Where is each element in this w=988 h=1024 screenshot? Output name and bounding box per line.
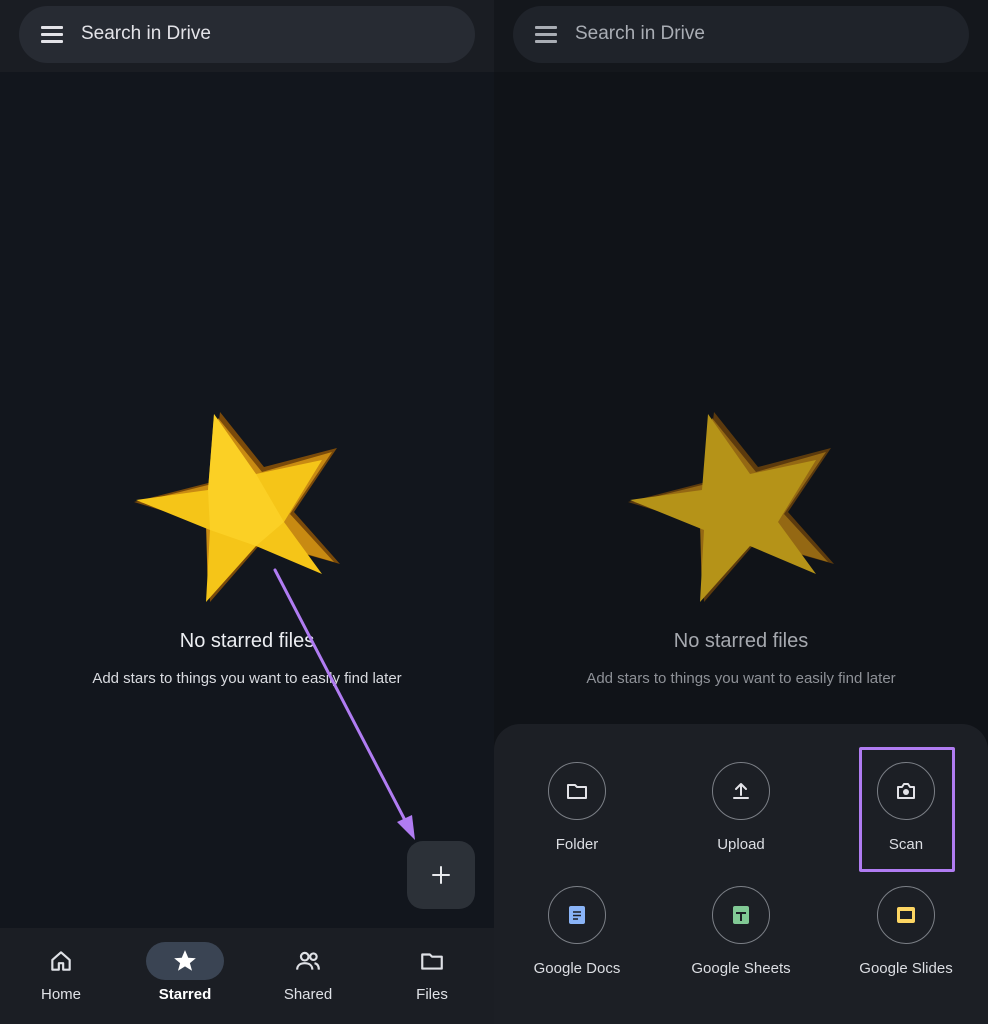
plus-icon [432, 866, 450, 884]
sheets-icon [733, 906, 749, 924]
home-icon [51, 951, 71, 971]
nav-home[interactable]: Home [6, 928, 116, 1024]
option-label: Google Docs [533, 960, 621, 977]
star-icon [174, 950, 196, 971]
create-folder-option[interactable]: Folder [494, 748, 658, 868]
nav-starred[interactable]: Starred [130, 928, 240, 1024]
empty-state-title: No starred files [179, 630, 315, 652]
slides-icon [897, 907, 915, 923]
google-sheets-option[interactable]: Google Sheets [658, 872, 822, 992]
nav-label: Files [416, 986, 448, 1003]
top-bar: Search in Drive [494, 0, 988, 72]
people-icon [296, 951, 320, 970]
folder-icon [421, 953, 443, 970]
empty-state-subtitle: Add stars to things you want to easily f… [92, 670, 402, 687]
hamburger-menu-icon[interactable] [41, 26, 63, 43]
option-label: Folder [555, 836, 599, 853]
empty-state-subtitle: Add stars to things you want to easily f… [586, 670, 896, 687]
google-docs-option[interactable]: Google Docs [494, 872, 658, 992]
bottom-navigation: Home Starred Shared Files [0, 928, 494, 1024]
folder-icon [567, 784, 587, 799]
empty-star-illustration [628, 412, 838, 604]
nav-label: Shared [283, 986, 333, 1003]
nav-shared[interactable]: Shared [253, 928, 363, 1024]
option-label: Upload [717, 836, 765, 853]
top-bar: Search in Drive [0, 0, 494, 72]
google-slides-option[interactable]: Google Slides [823, 872, 987, 992]
option-label: Google Slides [859, 960, 953, 977]
empty-state-title: No starred files [673, 630, 809, 652]
new-fab-button[interactable] [407, 841, 475, 909]
option-label: Google Sheets [691, 960, 791, 977]
nav-files[interactable]: Files [377, 928, 487, 1024]
upload-option[interactable]: Upload [658, 748, 822, 868]
nav-label: Home [40, 986, 81, 1003]
empty-star-illustration [134, 412, 344, 604]
drive-create-new-screen: Search in Drive No starred files Add sta… [494, 0, 988, 1024]
drive-starred-screen: Search in Drive No starred files Add sta… [0, 0, 494, 1024]
search-placeholder: Search in Drive [81, 23, 211, 44]
hamburger-menu-icon[interactable] [535, 26, 557, 43]
search-bar[interactable]: Search in Drive [19, 6, 475, 63]
nav-label: Starred [158, 986, 212, 1003]
search-placeholder: Search in Drive [575, 23, 705, 44]
scan-highlight-box [859, 747, 955, 872]
search-bar[interactable]: Search in Drive [513, 6, 969, 63]
docs-icon [569, 906, 585, 924]
upload-icon [733, 783, 749, 799]
